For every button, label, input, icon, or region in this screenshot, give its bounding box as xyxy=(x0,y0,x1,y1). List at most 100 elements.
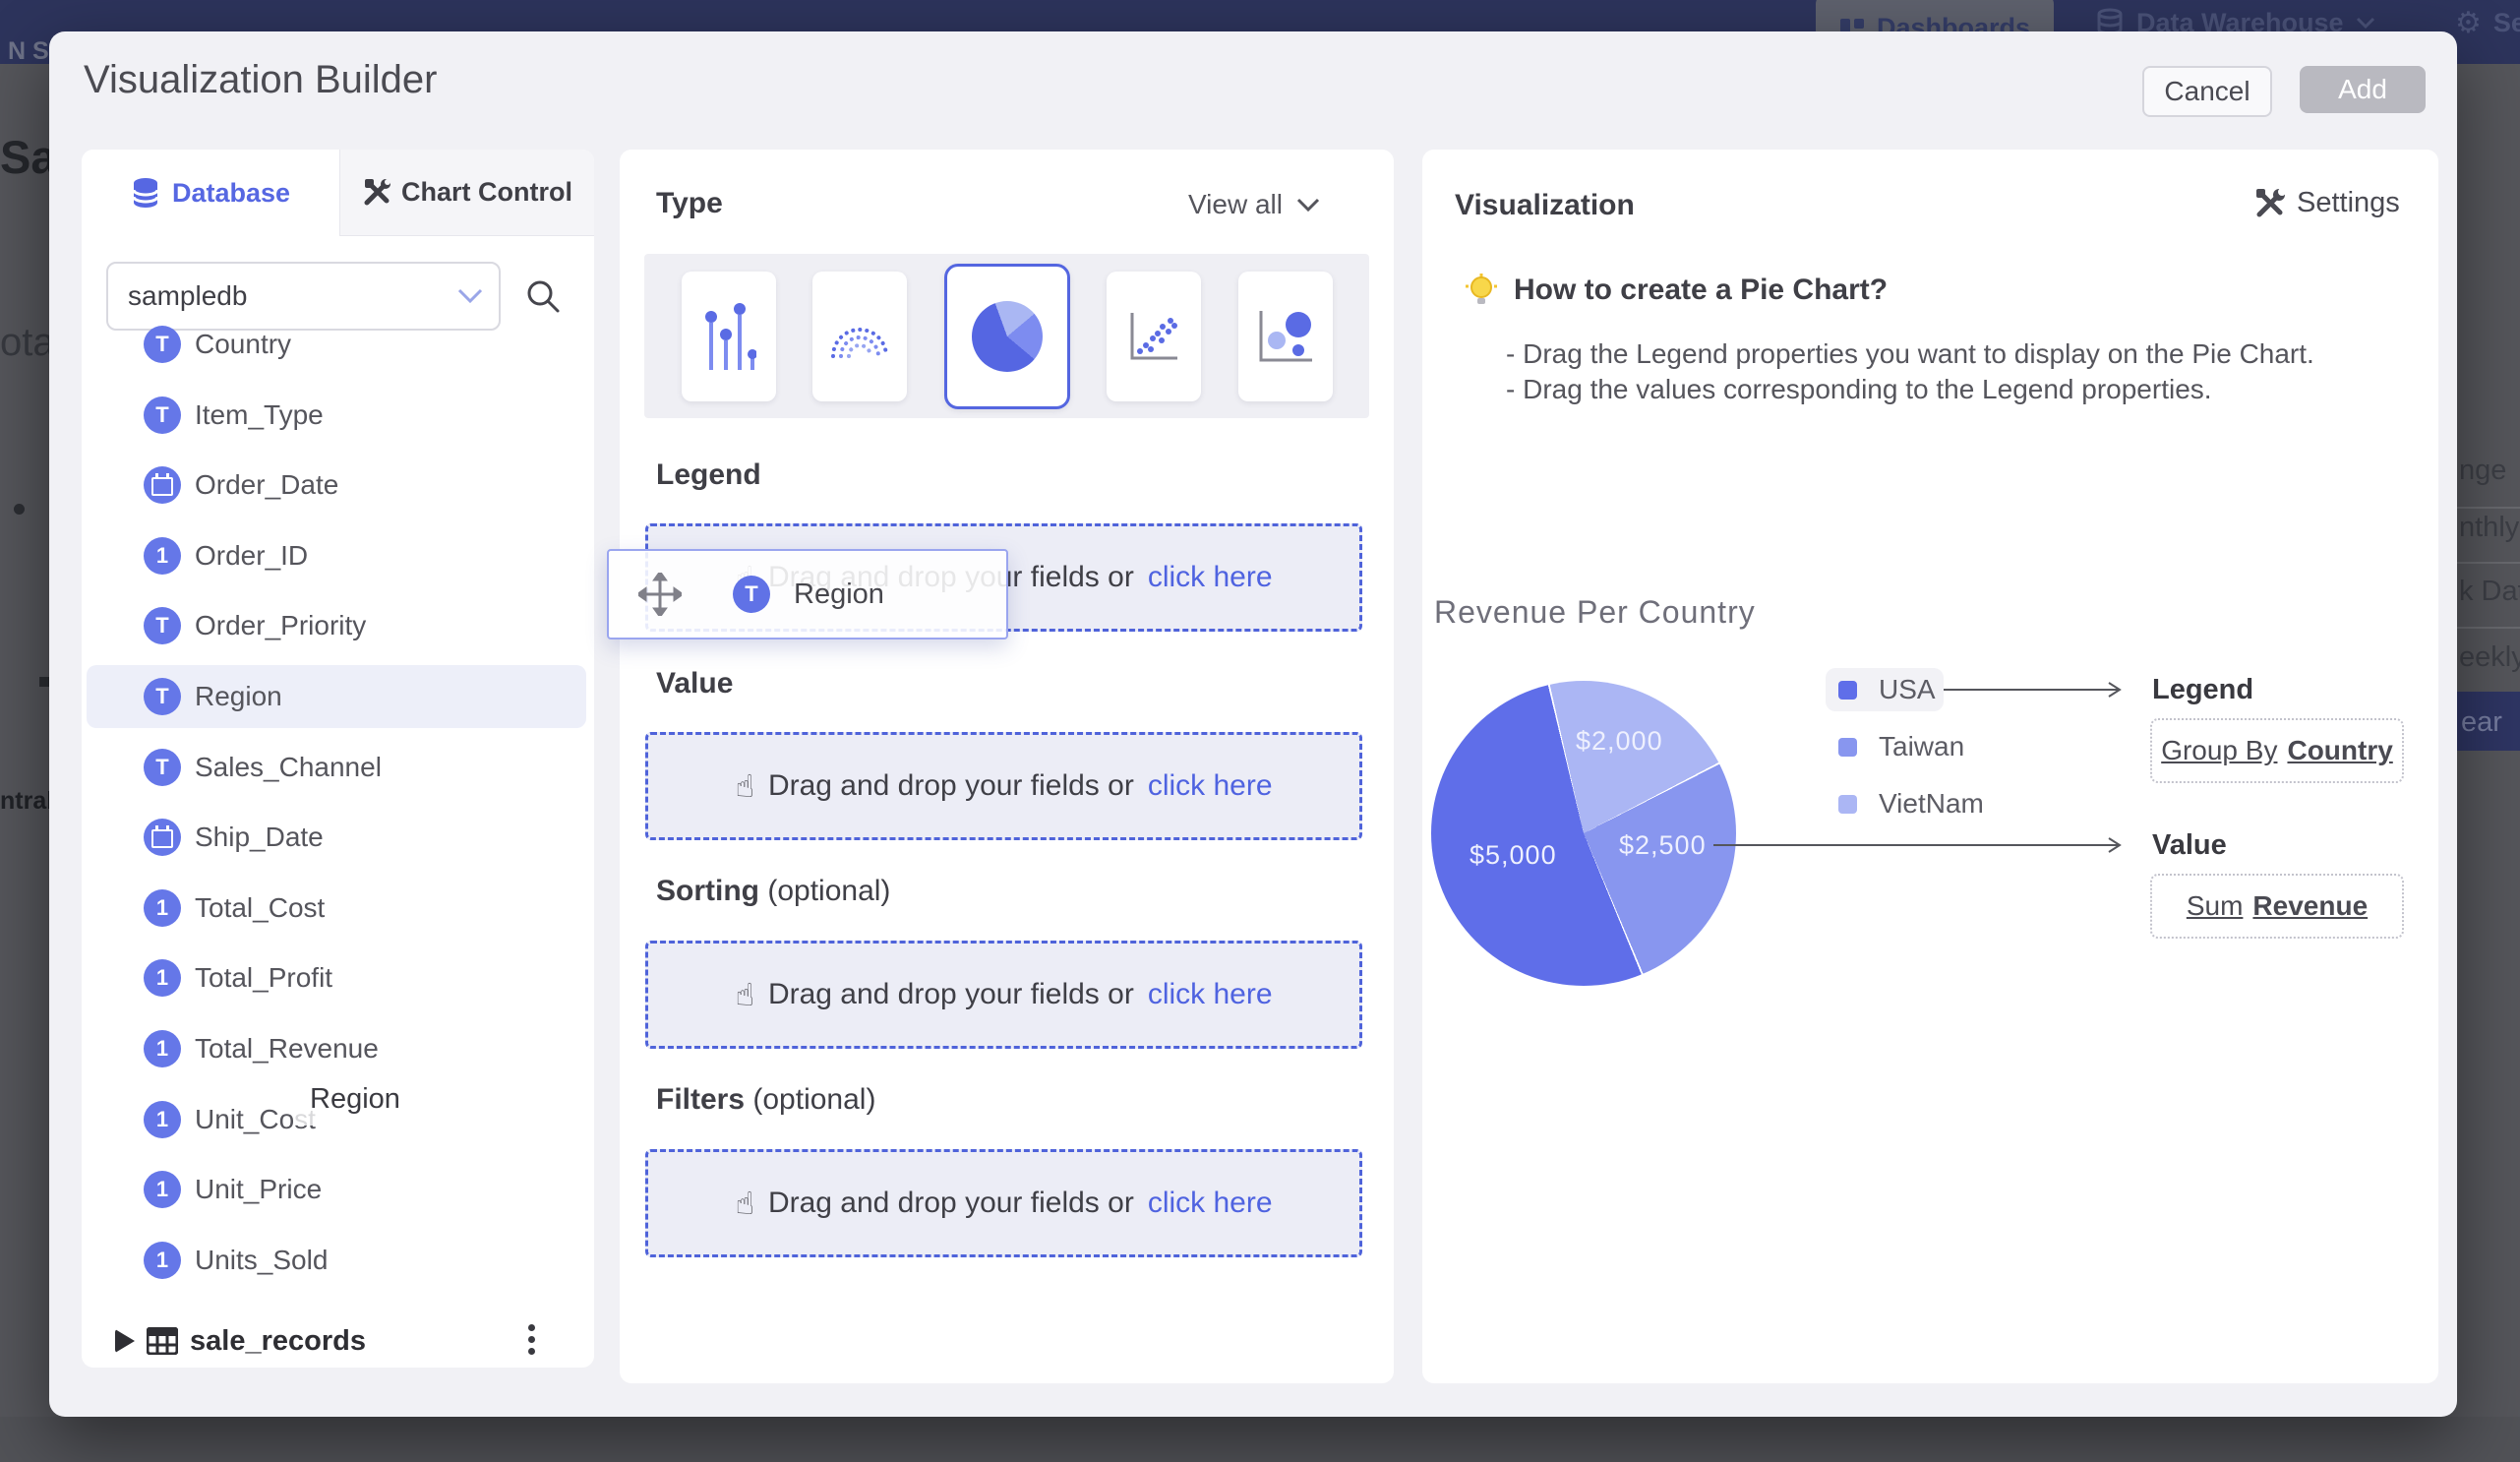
visualization-builder-modal: Visualization Builder Cancel Add Databas… xyxy=(49,31,2457,1417)
tab-chart-control[interactable]: Chart Control xyxy=(339,150,594,236)
number-field-icon: 1 xyxy=(144,1242,181,1279)
chart-type-lollipop[interactable] xyxy=(682,272,776,401)
filters-dropzone[interactable]: ☝ Drag and drop your fields or click her… xyxy=(645,1149,1362,1257)
gear-icon: ⚙ xyxy=(2455,6,2482,40)
chart-type-bubble[interactable] xyxy=(1238,272,1333,401)
slice-value-label: $2,500 xyxy=(1619,830,1707,861)
field-label: Order_Priority xyxy=(195,610,366,641)
field-label: Item_Type xyxy=(195,399,324,431)
text-field-icon: T xyxy=(144,678,181,715)
tools-icon xyxy=(2253,188,2285,219)
kebab-menu-icon[interactable] xyxy=(528,1319,536,1363)
field-row-order_id[interactable]: 1Order_ID xyxy=(82,524,594,587)
legend-label: VietNam xyxy=(1879,788,1984,820)
filters-section-label: Filters (optional) xyxy=(656,1083,875,1117)
bg-bullet xyxy=(14,504,25,515)
search-icon[interactable] xyxy=(525,278,561,314)
drag-ghost-text: Region xyxy=(310,1083,400,1116)
sorting-section-label: Sorting (optional) xyxy=(656,875,890,908)
field-list: T Country T Item_Type Order_Date 1Order_ID T Or… xyxy=(82,313,594,1326)
chevron-down-icon xyxy=(2356,16,2375,30)
click-here-link[interactable]: click here xyxy=(1148,561,1273,594)
value-dropzone[interactable]: ☝ Drag and drop your fields or click her… xyxy=(645,732,1362,840)
text-field-icon: T xyxy=(144,749,181,786)
field-label: Total_Profit xyxy=(195,962,332,994)
legend-item-vietnam[interactable]: VietNam xyxy=(1838,785,1984,822)
chart-type-arc[interactable] xyxy=(812,272,907,401)
click-here-link[interactable]: click here xyxy=(1148,769,1273,803)
field-label: Total_Revenue xyxy=(195,1033,379,1065)
divider xyxy=(2457,507,2520,509)
chevron-down-icon xyxy=(457,288,483,304)
table-row-sale-records[interactable]: sale_records xyxy=(82,1310,594,1368)
number-field-icon: 1 xyxy=(144,1171,181,1208)
number-field-icon: 1 xyxy=(144,1030,181,1067)
howto-tip: - Drag the Legend properties you want to… xyxy=(1506,338,2314,370)
pie-chart-icon xyxy=(972,301,1043,372)
move-cursor-icon xyxy=(638,573,682,616)
field-row-country[interactable]: T Country xyxy=(82,313,594,376)
field-row-item_type[interactable]: T Item_Type xyxy=(82,384,594,447)
legend-section-label: Legend xyxy=(656,458,761,492)
divider xyxy=(2457,627,2520,629)
bg-text-fragment: ntral xyxy=(0,787,53,816)
tools-icon xyxy=(362,178,391,208)
table-name: sale_records xyxy=(190,1325,366,1358)
number-field-icon: 1 xyxy=(144,959,181,997)
legend-color-chip xyxy=(1838,795,1857,814)
bg-bottom-band xyxy=(0,1417,2520,1462)
bg-menu-item: eekly xyxy=(2459,641,2520,674)
chevron-down-icon xyxy=(1296,198,1320,213)
nav-settings[interactable]: ⚙ Settings xyxy=(2455,0,2520,45)
click-here-link[interactable]: click here xyxy=(1148,978,1273,1011)
text-field-icon: T xyxy=(144,396,181,434)
field-label: Sales_Channel xyxy=(195,752,382,783)
legend-color-chip xyxy=(1838,738,1857,757)
chart-title: Revenue Per Country xyxy=(1434,594,1756,631)
sum-box[interactable]: Sum Revenue xyxy=(2150,874,2404,939)
field-row-region[interactable]: TRegion xyxy=(82,665,594,728)
database-icon xyxy=(131,177,160,209)
number-field-icon: 1 xyxy=(144,537,181,575)
chart-type-pie-selected[interactable] xyxy=(944,264,1070,409)
visualization-title: Visualization xyxy=(1455,189,1635,222)
howto-tip: - Drag the values corresponding to the L… xyxy=(1506,374,2212,405)
sorting-dropzone[interactable]: ☝ Drag and drop your fields or click her… xyxy=(645,941,1362,1049)
text-field-icon: T xyxy=(144,326,181,363)
builder-panel: Type View all xyxy=(620,150,1394,1383)
slice-value-label: $2,000 xyxy=(1576,726,1663,757)
view-all-dropdown[interactable]: View all xyxy=(1188,189,1320,220)
number-field-icon: 1 xyxy=(144,1101,181,1138)
value-arrow xyxy=(1713,837,2127,853)
text-field-icon: T xyxy=(144,607,181,644)
chart-type-scatter[interactable] xyxy=(1107,272,1201,401)
field-row-total_profit[interactable]: 1 Total_Profit xyxy=(82,946,594,1009)
field-row-total_revenue[interactable]: 1 Total_Revenue xyxy=(82,1017,594,1080)
click-here-link[interactable]: click here xyxy=(1148,1187,1273,1220)
expand-triangle-icon[interactable] xyxy=(115,1329,135,1353)
add-button[interactable]: Add xyxy=(2300,66,2426,113)
legend-label: Taiwan xyxy=(1879,731,1964,762)
screen: NSIDER Dashboards Data Warehouse ⚙ Setti… xyxy=(0,0,2520,1462)
cancel-button[interactable]: Cancel xyxy=(2142,66,2272,117)
bg-menu-item-label: ear xyxy=(2461,706,2502,739)
dragged-field-chip[interactable]: T Region xyxy=(607,549,1008,640)
field-row-ship_date[interactable]: Ship_Date xyxy=(82,806,594,869)
legend-item-usa[interactable]: USA xyxy=(1838,671,1936,708)
field-row-order_date[interactable]: Order_Date xyxy=(82,454,594,517)
field-row-units_sold[interactable]: 1Units_Sold xyxy=(82,1229,594,1292)
field-row-sales_channel[interactable]: T Sales_Channel xyxy=(82,736,594,799)
field-row-total_cost[interactable]: 1Total_Cost xyxy=(82,877,594,940)
field-label: Ship_Date xyxy=(195,822,324,853)
table-icon xyxy=(147,1327,178,1355)
field-row-order_priority[interactable]: T Order_Priority xyxy=(82,594,594,657)
field-label: Country xyxy=(195,329,291,360)
tap-hand-icon: ☝ xyxy=(735,767,753,805)
chart-type-strip xyxy=(644,254,1369,418)
settings-button[interactable]: Settings xyxy=(2253,187,2400,219)
legend-item-taiwan[interactable]: Taiwan xyxy=(1838,728,1964,765)
legend-mapping-heading: Legend xyxy=(2152,674,2253,706)
group-by-box[interactable]: Group By Country xyxy=(2150,718,2404,783)
tab-database[interactable]: Database xyxy=(82,150,339,236)
field-row-unit_price[interactable]: 1Unit_Price xyxy=(82,1158,594,1221)
